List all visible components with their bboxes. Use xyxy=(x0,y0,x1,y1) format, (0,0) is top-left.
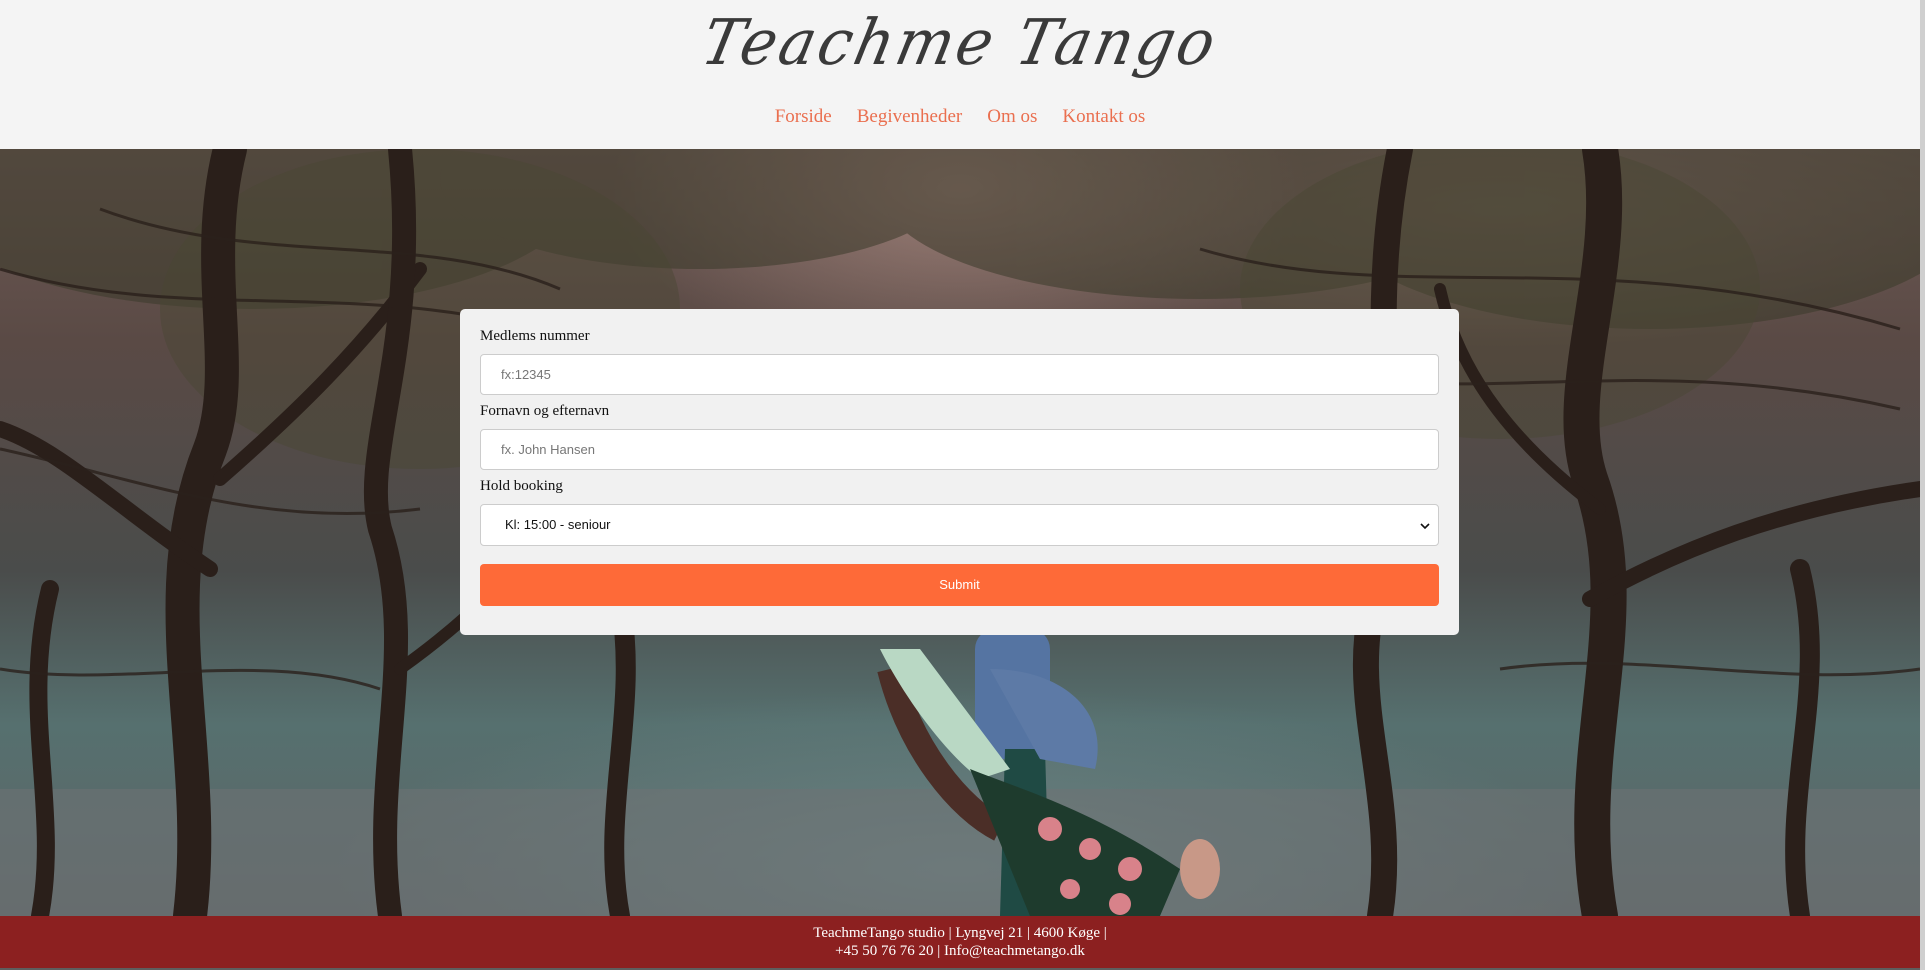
nav-link-forside[interactable]: Forside xyxy=(775,106,832,128)
full-name-input[interactable] xyxy=(480,429,1439,470)
page: Teachme Tango Forside Begivenheder Om os… xyxy=(0,0,1925,970)
nav-link-om-os[interactable]: Om os xyxy=(987,106,1037,128)
site-header: Teachme Tango Forside Begivenheder Om os… xyxy=(0,0,1920,149)
footer-contact: +45 50 76 76 20 | Info@teachmetango.dk xyxy=(835,943,1085,959)
booking-form: Medlems nummer Fornavn og efternavn Hold… xyxy=(460,309,1459,635)
booking-select-value: Kl: 15:00 - seniour xyxy=(505,517,611,532)
nav-link-kontakt-os[interactable]: Kontakt os xyxy=(1062,106,1145,128)
chevron-down-icon xyxy=(1420,519,1430,530)
member-number-label: Medlems nummer xyxy=(480,328,590,344)
site-footer: TeachmeTango studio | Lyngvej 21 | 4600 … xyxy=(0,916,1920,968)
site-logo[interactable]: Teachme Tango xyxy=(0,6,1925,80)
nav-link-begivenheder[interactable]: Begivenheder xyxy=(857,106,963,128)
member-number-input[interactable] xyxy=(480,354,1439,395)
footer-address: TeachmeTango studio | Lyngvej 21 | 4600 … xyxy=(813,925,1107,941)
full-name-label: Fornavn og efternavn xyxy=(480,403,610,419)
booking-select[interactable]: Kl: 15:00 - seniour xyxy=(480,504,1439,546)
page-scrollbar[interactable] xyxy=(1920,0,1925,970)
submit-button[interactable]: Submit xyxy=(480,564,1439,606)
booking-label: Hold booking xyxy=(480,478,563,494)
main-nav: Forside Begivenheder Om os Kontakt os xyxy=(0,106,1920,128)
logo-text: Teachme Tango xyxy=(695,6,1225,80)
